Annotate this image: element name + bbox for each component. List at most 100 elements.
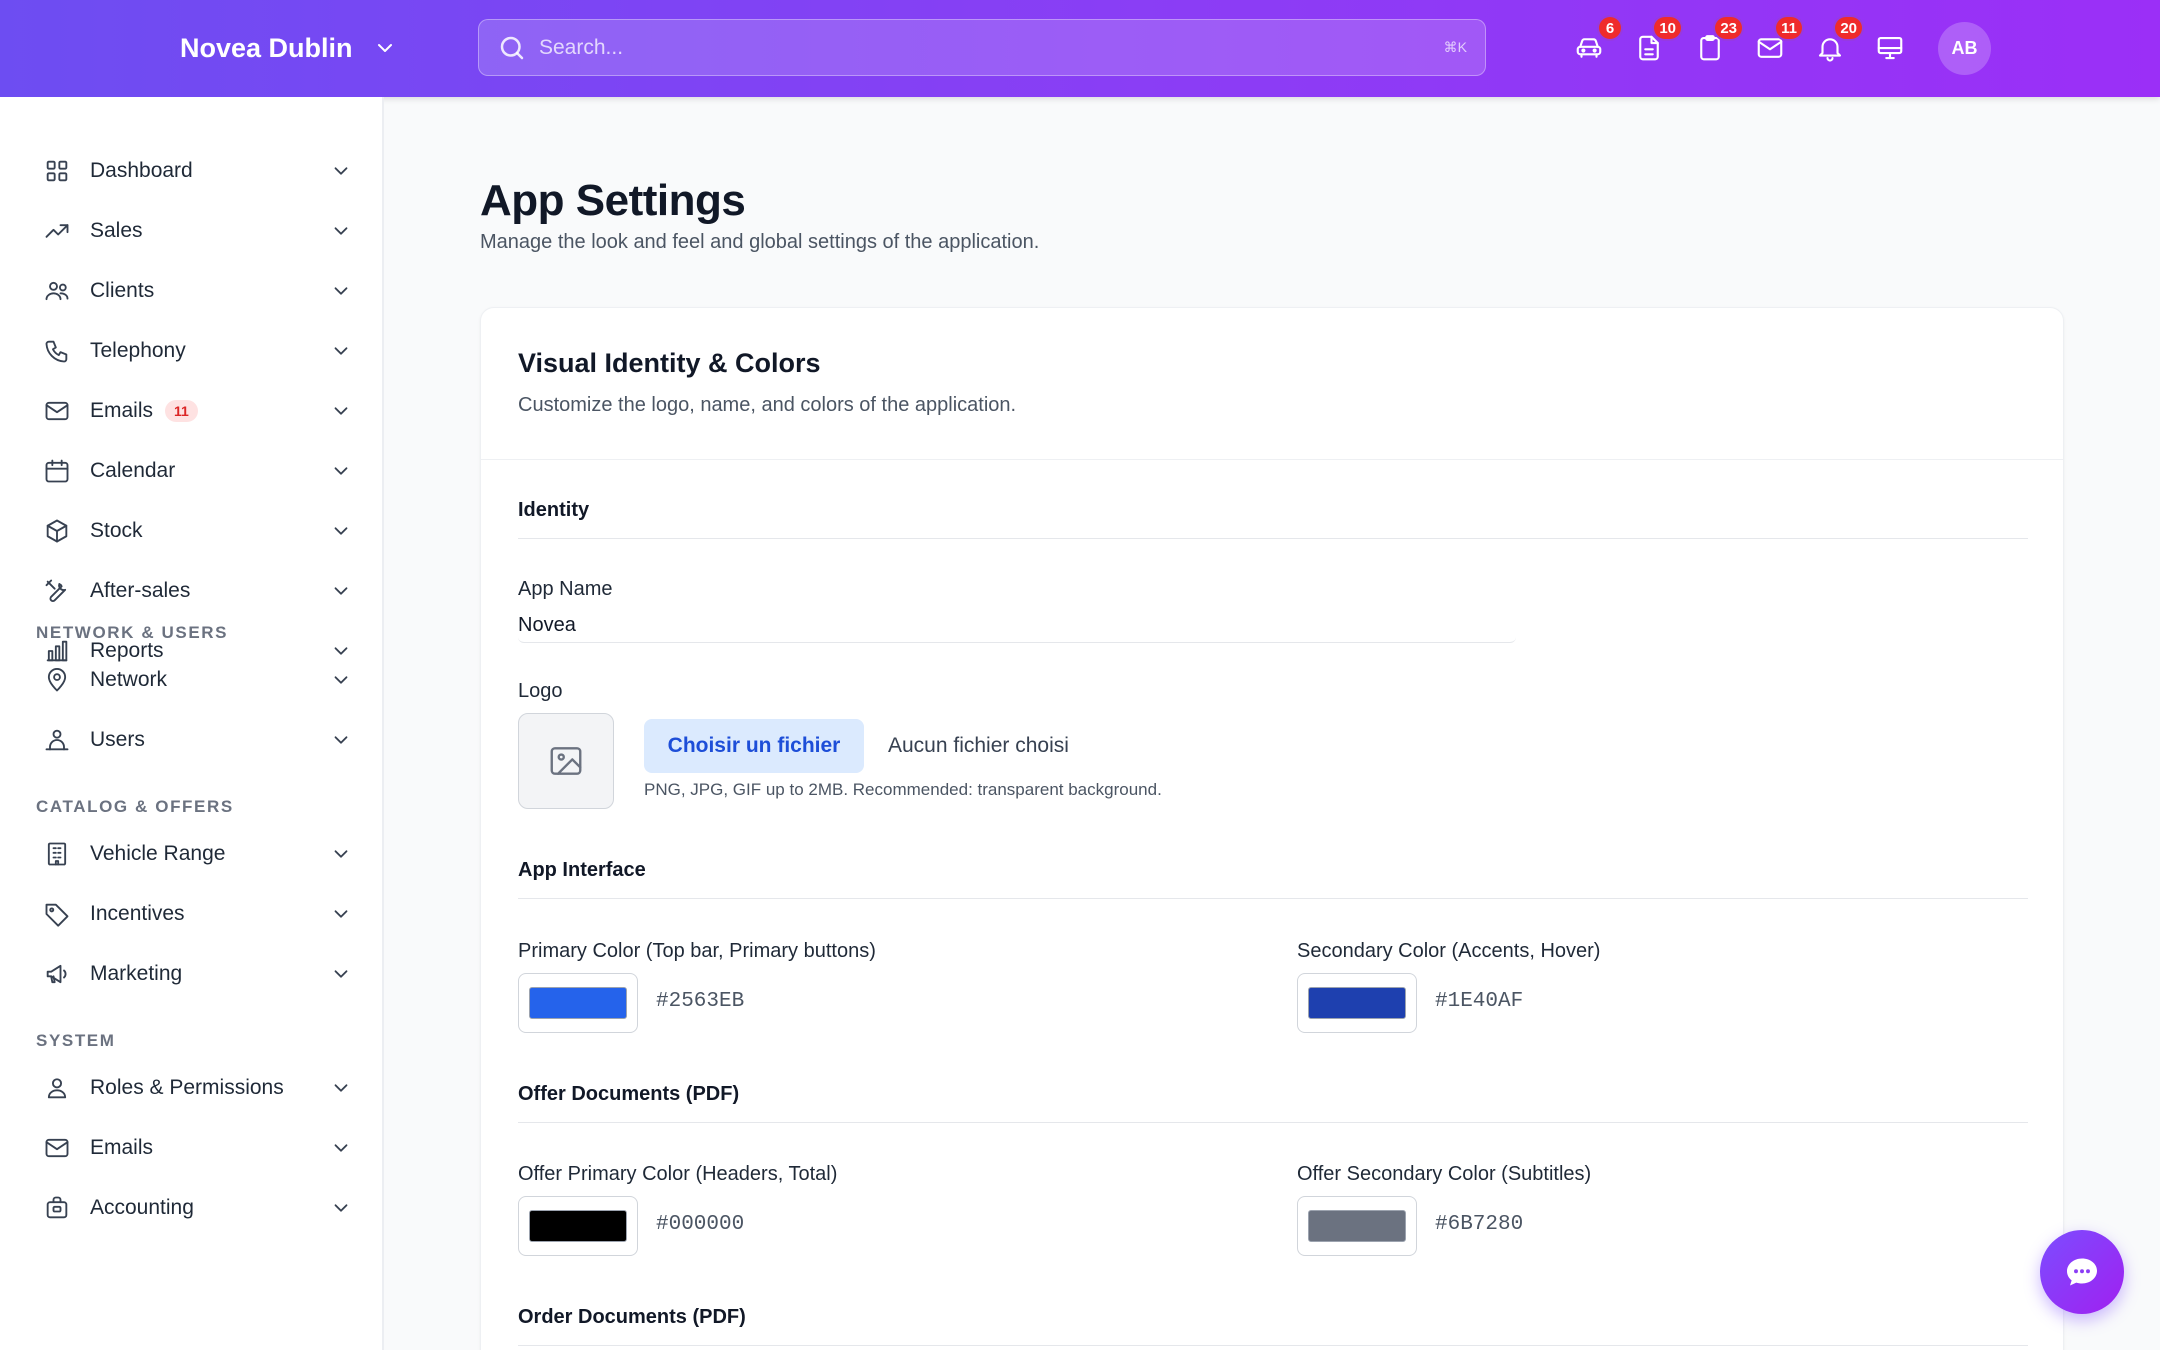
primary-color-label: Primary Color (Top bar, Primary buttons) bbox=[518, 940, 876, 962]
count-badge: 11 bbox=[165, 400, 198, 422]
primary-color-hex: #2563EB bbox=[656, 990, 745, 1013]
sidebar-item-after-sales[interactable]: After-sales bbox=[42, 567, 352, 615]
offer-documents-section-title: Offer Documents (PDF) bbox=[518, 1083, 2028, 1123]
sidebar-item-label: Users bbox=[90, 728, 145, 751]
sidebar-item-label: Calendar bbox=[90, 459, 176, 482]
chevron-down-icon bbox=[334, 347, 348, 355]
sidebar-item-label: Accounting bbox=[90, 1196, 194, 1219]
chevron-down-icon bbox=[334, 587, 348, 595]
chevron-down-icon bbox=[334, 167, 348, 175]
sidebar-item-emails[interactable]: Emails 11 bbox=[42, 387, 352, 435]
secondary-color-picker[interactable] bbox=[1297, 973, 1417, 1033]
order-documents-section-title: Order Documents (PDF) bbox=[518, 1306, 2028, 1346]
box-icon bbox=[42, 516, 72, 546]
identity-section-title: Identity bbox=[518, 499, 2028, 539]
sidebar-item-roles-permissions[interactable]: Roles & Permissions bbox=[42, 1064, 352, 1112]
phone-icon bbox=[42, 336, 72, 366]
chevron-down-icon bbox=[334, 850, 348, 858]
sidebar: Dashboard Sales Clients Telephony Emails 11 Ca… bbox=[0, 97, 384, 1350]
sidebar-item-dashboard[interactable]: Dashboard bbox=[42, 147, 352, 195]
user-group-icon bbox=[42, 725, 72, 755]
offer-primary-color-hex: #000000 bbox=[656, 1213, 745, 1236]
sidebar-item-label: Marketing bbox=[90, 962, 183, 985]
tasks-button[interactable]: 23 bbox=[1692, 15, 1744, 66]
car-button[interactable]: 6 bbox=[1571, 15, 1623, 66]
mail-icon bbox=[42, 396, 72, 426]
building-icon bbox=[42, 839, 72, 869]
file-status: Aucun fichier choisi bbox=[888, 734, 1069, 757]
top-bar: Novea Dublin ⌘K 6 10 23 11 20 AB bbox=[0, 0, 2160, 97]
sidebar-item-telephony[interactable]: Telephony bbox=[42, 327, 352, 375]
search-input[interactable] bbox=[539, 35, 1444, 60]
sidebar-item-sales[interactable]: Sales bbox=[42, 207, 352, 255]
workspace-name: Novea Dublin bbox=[180, 32, 353, 63]
offer-secondary-color-picker[interactable] bbox=[1297, 1196, 1417, 1256]
trending-up-icon bbox=[42, 216, 72, 246]
app-name-input[interactable] bbox=[518, 609, 1516, 643]
sidebar-item-incentives[interactable]: Incentives bbox=[42, 890, 352, 938]
sidebar-item-network[interactable]: Network bbox=[42, 656, 352, 704]
sidebar-section-title: CATALOG & OFFERS bbox=[36, 797, 234, 816]
display-button[interactable] bbox=[1872, 30, 1908, 66]
choose-file-button[interactable]: Choisir un fichier bbox=[644, 719, 864, 773]
search-bar[interactable]: ⌘K bbox=[478, 19, 1486, 76]
sidebar-item-label: Emails bbox=[90, 399, 154, 422]
grid-icon bbox=[42, 156, 72, 186]
app-interface-section-title: App Interface bbox=[518, 859, 2028, 899]
sidebar-item-label: Network bbox=[90, 668, 168, 691]
sidebar-item-vehicle-range[interactable]: Vehicle Range bbox=[42, 830, 352, 878]
documents-button[interactable]: 10 bbox=[1631, 15, 1683, 66]
car-icon bbox=[1576, 38, 1602, 58]
logo-label: Logo bbox=[518, 680, 563, 702]
app-name-label: App Name bbox=[518, 578, 613, 600]
monitor-icon bbox=[1877, 36, 1903, 60]
color-swatch bbox=[1308, 1210, 1406, 1242]
sidebar-item-label: Incentives bbox=[90, 902, 185, 925]
notification-badge: 10 bbox=[1652, 15, 1683, 41]
secondary-color-hex: #1E40AF bbox=[1435, 990, 1524, 1013]
search-shortcut: ⌘K bbox=[1443, 39, 1467, 55]
mail-button[interactable]: 11 bbox=[1752, 15, 1804, 66]
search-icon bbox=[500, 36, 524, 59]
megaphone-icon bbox=[42, 959, 72, 989]
image-icon bbox=[550, 747, 582, 775]
chevron-down-icon bbox=[334, 1084, 348, 1092]
users-icon bbox=[42, 276, 72, 306]
logo-preview bbox=[518, 713, 614, 809]
sidebar-item-emails[interactable]: Emails bbox=[42, 1124, 352, 1172]
offer-primary-color-picker[interactable] bbox=[518, 1196, 638, 1256]
notifications-button[interactable]: 20 bbox=[1812, 15, 1864, 66]
user-avatar[interactable]: AB bbox=[1938, 22, 1991, 75]
notification-badge: 20 bbox=[1833, 15, 1864, 41]
color-swatch bbox=[1308, 987, 1406, 1019]
chevron-down-icon bbox=[334, 676, 348, 684]
offer-secondary-color-hex: #6B7280 bbox=[1435, 1213, 1524, 1236]
primary-color-picker[interactable] bbox=[518, 973, 638, 1033]
sidebar-item-label: Dashboard bbox=[90, 159, 193, 182]
notification-badge: 6 bbox=[1597, 15, 1623, 41]
map-pin-icon bbox=[42, 665, 72, 695]
sidebar-item-accounting[interactable]: Accounting bbox=[42, 1184, 352, 1232]
chevron-down-icon bbox=[334, 407, 348, 415]
notification-badge: 23 bbox=[1713, 15, 1744, 41]
tag-icon bbox=[42, 899, 72, 929]
sidebar-section-title: SYSTEM bbox=[36, 1031, 116, 1050]
mail-icon bbox=[42, 1133, 72, 1163]
offer-primary-color-label: Offer Primary Color (Headers, Total) bbox=[518, 1163, 838, 1185]
chevron-down-icon bbox=[334, 467, 348, 475]
workspace-switcher[interactable]: Novea Dublin bbox=[180, 28, 397, 68]
sidebar-item-label: Vehicle Range bbox=[90, 842, 226, 865]
sidebar-item-users[interactable]: Users bbox=[42, 716, 352, 764]
tools-icon bbox=[42, 576, 72, 606]
sidebar-item-marketing[interactable]: Marketing bbox=[42, 950, 352, 998]
offer-secondary-color-label: Offer Secondary Color (Subtitles) bbox=[1297, 1163, 1592, 1185]
sidebar-item-label: Clients bbox=[90, 279, 155, 302]
user-icon bbox=[42, 1073, 72, 1103]
sidebar-item-label: Stock bbox=[90, 519, 143, 542]
chevron-down-icon bbox=[377, 44, 392, 52]
sidebar-item-clients[interactable]: Clients bbox=[42, 267, 352, 315]
chat-button[interactable] bbox=[2040, 1230, 2124, 1314]
sidebar-item-label: Sales bbox=[90, 219, 143, 242]
sidebar-item-stock[interactable]: Stock bbox=[42, 507, 352, 555]
sidebar-item-calendar[interactable]: Calendar bbox=[42, 447, 352, 495]
